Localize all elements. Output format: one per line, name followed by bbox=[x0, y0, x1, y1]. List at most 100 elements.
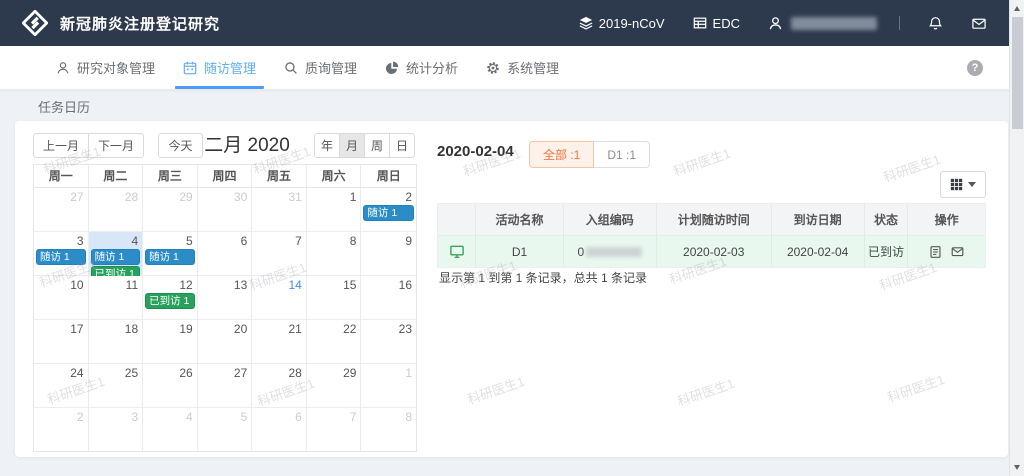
day-number: 3 bbox=[131, 410, 138, 424]
main-panel: 上一月 下一月 今天 二月 2020 年月周日 周一周二周三周四周五周六周日 2… bbox=[15, 121, 1008, 457]
weekday-label: 周五 bbox=[252, 165, 307, 187]
view-button-0[interactable]: 年 bbox=[314, 133, 340, 158]
project-switcher[interactable]: 2019-nCoV bbox=[579, 16, 665, 31]
edc-link[interactable]: EDC bbox=[693, 16, 740, 31]
calendar-day-cell[interactable]: 23 bbox=[361, 320, 416, 364]
calendar-day-cell[interactable]: 9 bbox=[361, 232, 416, 276]
day-number: 9 bbox=[405, 234, 412, 248]
calendar-day-cell[interactable]: 26 bbox=[143, 364, 198, 408]
calendar-day-cell[interactable]: 27 bbox=[198, 364, 253, 408]
nav-item-followup[interactable]: 随访管理 bbox=[169, 46, 270, 89]
calendar-day-cell[interactable]: 29 bbox=[143, 188, 198, 232]
calendar-day-cell[interactable]: 15 bbox=[307, 276, 362, 320]
calendar-day-cell[interactable]: 22 bbox=[307, 320, 362, 364]
day-number: 2 bbox=[77, 410, 84, 424]
nav-item-label: 质询管理 bbox=[305, 58, 357, 77]
view-button-2[interactable]: 周 bbox=[364, 133, 390, 158]
calendar-day-cell[interactable]: 14 bbox=[252, 276, 307, 320]
calendar-day-cell[interactable]: 11 bbox=[89, 276, 144, 320]
day-number: 24 bbox=[70, 366, 83, 380]
calendar-day-cell[interactable]: 28 bbox=[89, 188, 144, 232]
calendar-day-cell[interactable]: 29 bbox=[307, 364, 362, 408]
calendar-day-cell[interactable]: 4 bbox=[143, 408, 198, 451]
calendar-day-cell[interactable]: 24 bbox=[34, 364, 89, 408]
filter-button-0[interactable]: 全部 :1 bbox=[529, 141, 594, 168]
view-button-3[interactable]: 日 bbox=[389, 133, 415, 158]
calendar-day-cell[interactable]: 7 bbox=[252, 232, 307, 276]
mail-icon[interactable] bbox=[950, 245, 965, 258]
calendar-day-cell[interactable]: 21 bbox=[252, 320, 307, 364]
view-button-1[interactable]: 月 bbox=[339, 133, 365, 158]
calendar-day-cell[interactable]: 13 bbox=[198, 276, 253, 320]
notifications-button[interactable] bbox=[928, 16, 943, 31]
day-number: 17 bbox=[70, 322, 83, 336]
calendar-event[interactable]: 随访 1 bbox=[36, 249, 86, 265]
calendar-day-cell[interactable]: 27 bbox=[34, 188, 89, 232]
scroll-up-arrow-icon[interactable] bbox=[1014, 6, 1020, 11]
calendar-day-cell[interactable]: 16 bbox=[361, 276, 416, 320]
calendar-day-cell[interactable]: 5 bbox=[198, 408, 253, 451]
gear-icon bbox=[486, 61, 500, 75]
calendar-day-cell[interactable]: 12已到访 1 bbox=[143, 276, 198, 320]
calendar-day-cell[interactable]: 3随访 1 bbox=[34, 232, 89, 276]
filter-button-1[interactable]: D1 :1 bbox=[593, 141, 650, 168]
calendar-event[interactable]: 随访 1 bbox=[145, 249, 195, 265]
messages-button[interactable] bbox=[971, 16, 987, 31]
calendar-day-cell[interactable]: 20 bbox=[198, 320, 253, 364]
scrollbar[interactable] bbox=[1009, 0, 1024, 476]
day-number: 3 bbox=[77, 234, 84, 248]
table-icon bbox=[693, 16, 707, 30]
monitor-icon[interactable] bbox=[449, 244, 465, 259]
calendar-day-cell[interactable]: 28 bbox=[252, 364, 307, 408]
calendar-day-cell[interactable]: 3 bbox=[89, 408, 144, 451]
day-number: 19 bbox=[179, 322, 192, 336]
activity-filters: 全部 :1D1 :1 bbox=[529, 141, 650, 168]
nav-item-stats[interactable]: 统计分析 bbox=[371, 46, 472, 89]
visit-date-cell: 2020-02-04 bbox=[772, 236, 865, 267]
table-row: D102020-02-032020-02-04已到访 bbox=[438, 235, 985, 267]
calendar-day-cell[interactable]: 1 bbox=[361, 364, 416, 408]
day-number: 8 bbox=[350, 234, 357, 248]
code-redacted-part bbox=[586, 247, 642, 257]
grid-icon bbox=[950, 178, 963, 191]
calendar-day-cell[interactable]: 30 bbox=[198, 188, 253, 232]
form-icon[interactable] bbox=[929, 245, 942, 259]
help-icon[interactable]: ? bbox=[967, 60, 983, 76]
calendar-day-cell[interactable]: 4随访 1已到访 1 bbox=[89, 232, 144, 276]
column-header: 操作 bbox=[908, 204, 985, 235]
calendar-event[interactable]: 随访 1 bbox=[91, 249, 141, 265]
activity-name-cell: D1 bbox=[476, 236, 564, 267]
calendar-day-cell[interactable]: 1 bbox=[307, 188, 362, 232]
calendar-day-cell[interactable]: 10 bbox=[34, 276, 89, 320]
calendar-day-cell[interactable]: 8 bbox=[361, 408, 416, 451]
nav-item-subjects[interactable]: 研究对象管理 bbox=[42, 46, 169, 89]
calendar-day-cell[interactable]: 5随访 1 bbox=[143, 232, 198, 276]
calendar-day-cell[interactable]: 17 bbox=[34, 320, 89, 364]
pie-icon bbox=[385, 61, 399, 75]
calendar-day-cell[interactable]: 2随访 1 bbox=[361, 188, 416, 232]
calendar-day-cell[interactable]: 25 bbox=[89, 364, 144, 408]
calendar-day-cell[interactable]: 7 bbox=[307, 408, 362, 451]
calendar-event[interactable]: 随访 1 bbox=[363, 205, 414, 221]
calendar-day-cell[interactable]: 2 bbox=[34, 408, 89, 451]
code-visible-part: 0 bbox=[577, 245, 584, 259]
calendar-day-cell[interactable]: 8 bbox=[307, 232, 362, 276]
day-number: 15 bbox=[343, 278, 356, 292]
day-number: 8 bbox=[405, 410, 412, 424]
calendar-day-cell[interactable]: 18 bbox=[89, 320, 144, 364]
columns-dropdown-button[interactable] bbox=[940, 171, 986, 198]
calendar-event[interactable]: 已到访 1 bbox=[145, 293, 195, 309]
calendar-day-cell[interactable]: 19 bbox=[143, 320, 198, 364]
nav-item-system[interactable]: 系统管理 bbox=[472, 46, 573, 89]
user-menu[interactable] bbox=[768, 16, 877, 31]
calendar-day-cell[interactable]: 6 bbox=[252, 408, 307, 451]
nav-item-query[interactable]: 质询管理 bbox=[270, 46, 371, 89]
calendar-day-cell[interactable]: 31 bbox=[252, 188, 307, 232]
scrollbar-thumb[interactable] bbox=[1012, 17, 1023, 129]
calendar-table: 周一周二周三周四周五周六周日 272829303112随访 13随访 14随访 … bbox=[33, 164, 417, 452]
day-number: 6 bbox=[295, 410, 302, 424]
scroll-down-arrow-icon[interactable] bbox=[1014, 465, 1020, 470]
day-number: 11 bbox=[126, 278, 138, 292]
calendar-day-cell[interactable]: 6 bbox=[198, 232, 253, 276]
nav-item-label: 随访管理 bbox=[204, 58, 256, 77]
